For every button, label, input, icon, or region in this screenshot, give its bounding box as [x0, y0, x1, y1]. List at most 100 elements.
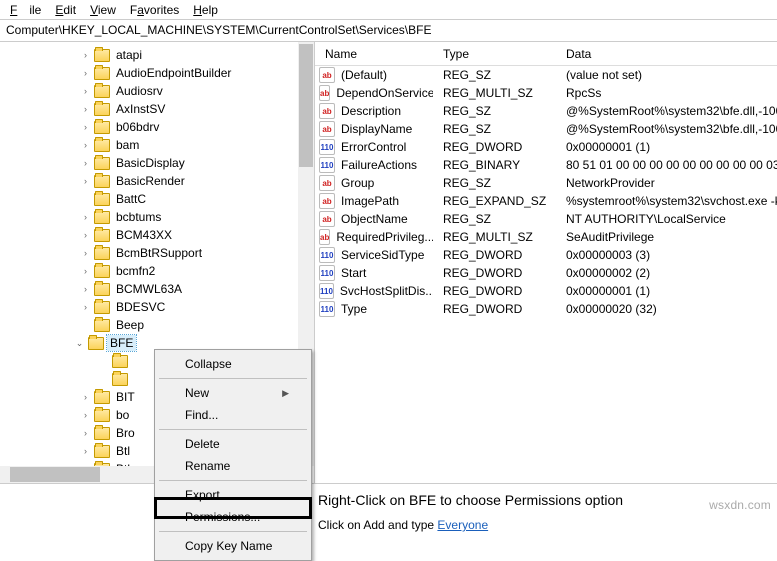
chevron-right-icon[interactable]: › [80, 158, 91, 169]
address-bar[interactable]: Computer\HKEY_LOCAL_MACHINE\SYSTEM\Curre… [0, 20, 777, 42]
tree-node[interactable]: › atapi [80, 46, 314, 64]
menu-edit[interactable]: Edit [49, 1, 82, 19]
folder-icon [94, 265, 110, 278]
tree-label: atapi [113, 47, 145, 63]
tree-node[interactable]: Beep [80, 316, 314, 334]
chevron-right-icon[interactable]: › [80, 266, 91, 277]
tree-label [131, 360, 137, 362]
chevron-right-icon[interactable]: › [80, 68, 91, 79]
tree-node[interactable]: › AudioEndpointBuilder [80, 64, 314, 82]
string-value-icon: ab [319, 121, 335, 137]
context-menu: Collapse New▶ Find... Delete Rename Expo… [154, 349, 312, 561]
tree-node[interactable]: › BasicRender [80, 172, 314, 190]
menu-favorites[interactable]: Favorites [124, 1, 185, 19]
folder-icon [94, 85, 110, 98]
string-value-icon: ab [319, 103, 335, 119]
chevron-right-icon[interactable]: › [80, 104, 91, 115]
ctx-export[interactable]: Export [157, 484, 309, 506]
chevron-right-icon[interactable]: › [80, 446, 91, 457]
value-name: (Default) [341, 68, 387, 82]
menu-file[interactable]: File [4, 1, 47, 19]
tree-node[interactable]: › BasicDisplay [80, 154, 314, 172]
folder-icon [94, 301, 110, 314]
menu-help[interactable]: Help [187, 1, 224, 19]
tree-label: bcbtums [113, 209, 164, 225]
chevron-right-icon[interactable]: › [80, 410, 91, 421]
tree-node[interactable]: › AxInstSV [80, 100, 314, 118]
chevron-right-icon[interactable]: › [80, 86, 91, 97]
watermark: wsxdn.com [709, 498, 771, 512]
folder-icon [94, 175, 110, 188]
chevron-right-icon[interactable]: › [80, 284, 91, 295]
ctx-collapse[interactable]: Collapse [157, 353, 309, 375]
chevron-right-icon[interactable]: › [80, 140, 91, 151]
folder-icon [112, 355, 128, 368]
tree-node[interactable]: › bcbtums [80, 208, 314, 226]
value-row[interactable]: 110TypeREG_DWORD0x00000020 (32) [315, 300, 777, 318]
tree-node[interactable]: ›BCM43XX [80, 226, 314, 244]
tree-label: BIT [113, 389, 138, 405]
tree-node[interactable]: › bam [80, 136, 314, 154]
tree-node[interactable]: › bcmfn2 [80, 262, 314, 280]
tree-node[interactable]: › b06bdrv [80, 118, 314, 136]
ctx-copykey[interactable]: Copy Key Name [157, 535, 309, 557]
tree-label: BFE [107, 335, 136, 351]
tree-label: BasicDisplay [113, 155, 188, 171]
tree-label: BasicRender [113, 173, 188, 189]
tree-label: b06bdrv [113, 119, 162, 135]
chevron-right-icon[interactable]: › [80, 392, 91, 403]
tree-label: BattC [113, 191, 149, 207]
ctx-find[interactable]: Find... [157, 404, 309, 426]
binary-value-icon: 110 [319, 265, 335, 281]
ctx-new[interactable]: New▶ [157, 382, 309, 404]
tree-node[interactable]: BattC [80, 190, 314, 208]
string-value-icon: ab [319, 85, 330, 101]
chevron-right-icon[interactable]: › [80, 122, 91, 133]
binary-value-icon: 110 [319, 139, 335, 155]
h-scroll-thumb[interactable] [10, 467, 100, 482]
col-data[interactable]: Data [556, 43, 777, 65]
tree-label: BCMWL63A [113, 281, 185, 297]
ctx-delete[interactable]: Delete [157, 433, 309, 455]
value-name: ImagePath [341, 194, 399, 208]
string-value-icon: ab [319, 175, 335, 191]
menubar: File Edit View Favorites Help [0, 0, 777, 20]
chevron-right-icon[interactable]: › [80, 428, 91, 439]
chevron-right-icon[interactable]: › [80, 176, 91, 187]
col-name[interactable]: Name [315, 43, 433, 65]
folder-icon [88, 337, 104, 350]
folder-icon [94, 139, 110, 152]
value-name: Description [341, 104, 401, 118]
menu-view[interactable]: View [84, 1, 122, 19]
tree-node[interactable]: ›BDESVC [80, 298, 314, 316]
folder-icon [112, 373, 128, 386]
v-scroll-thumb[interactable] [299, 44, 313, 167]
chevron-right-icon[interactable]: › [80, 230, 91, 241]
chevron-right-icon[interactable]: › [80, 248, 91, 259]
binary-value-icon: 110 [319, 283, 334, 299]
chevron-down-icon[interactable]: ⌄ [74, 338, 85, 349]
chevron-right-icon[interactable]: › [80, 212, 91, 223]
ctx-permissions[interactable]: Permissions... [157, 506, 309, 528]
value-type: REG_DWORD [433, 298, 556, 320]
tree-node[interactable]: ›BcmBtRSupport [80, 244, 314, 262]
chevron-right-icon[interactable]: › [80, 50, 91, 61]
tree-node[interactable]: › Audiosrv [80, 82, 314, 100]
tree-label [131, 378, 137, 380]
folder-icon [94, 67, 110, 80]
tree-label: AxInstSV [113, 101, 168, 117]
everyone-link[interactable]: Everyone [437, 518, 488, 532]
col-type[interactable]: Type [433, 43, 556, 65]
folder-icon [94, 157, 110, 170]
chevron-right-icon: ▶ [282, 388, 289, 399]
tree-label: bam [113, 137, 142, 153]
tree-label: bcmfn2 [113, 263, 158, 279]
tree-label: AudioEndpointBuilder [113, 65, 234, 81]
tree-node[interactable]: › BCMWL63A [80, 280, 314, 298]
tree-label: Audiosrv [113, 83, 166, 99]
folder-icon [94, 229, 110, 242]
string-value-icon: ab [319, 193, 335, 209]
chevron-right-icon[interactable]: › [80, 302, 91, 313]
folder-icon [94, 103, 110, 116]
ctx-rename[interactable]: Rename [157, 455, 309, 477]
